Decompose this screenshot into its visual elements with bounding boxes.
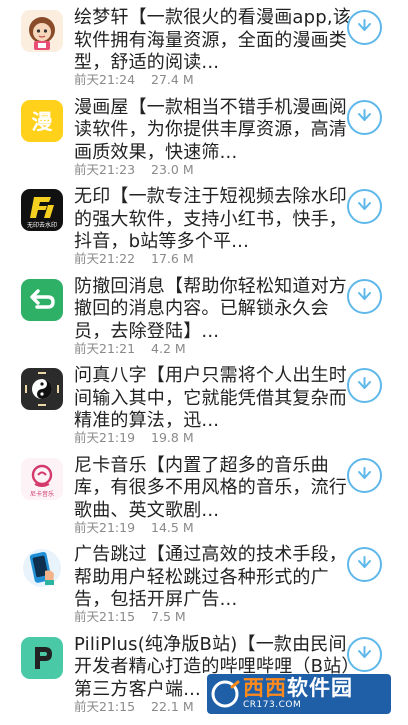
app-size: 22.1 M [151, 698, 194, 714]
cartoon-girl-avatar-icon [21, 10, 63, 52]
app-date: 前天21:24 [74, 72, 136, 87]
download-button[interactable] [347, 278, 382, 314]
download-button[interactable] [347, 189, 382, 224]
app-date: 前天21:19 [74, 519, 136, 535]
app-meta: 前天21:23 23.0 M [74, 159, 194, 178]
app-title[interactable]: 防撤回消息【帮助你轻松知道对方撤回的消息内容。已解锁永久会员，去除登陆】... [74, 276, 352, 344]
svg-text:漫: 漫 [32, 110, 53, 134]
app-title[interactable]: 无印【一款专注于短视频去除水印的强大软件，支持小红书，快手，抖音，b站等多个平.… [74, 186, 352, 254]
list-item[interactable]: 防撤回消息【帮助你轻松知道对方撤回的消息内容。已解锁永久会员，去除登陆】... … [0, 269, 408, 359]
phone-tap-icon [21, 547, 63, 589]
app-date: 前天21:21 [74, 340, 136, 356]
app-size: 27.4 M [151, 72, 194, 87]
app-date: 前天21:15 [74, 609, 136, 624]
app-size: 19.8 M [151, 430, 194, 445]
list-item[interactable]: 尼卡音乐 尼卡音乐【内置了超多的音乐曲库，有很多不用风格的音乐，流行歌曲、英文歌… [0, 448, 408, 538]
app-meta: 前天21:15 7.5 M [74, 606, 186, 625]
app-date: 前天21:15 [74, 698, 136, 714]
download-button[interactable] [347, 368, 382, 403]
wuyin-logo-icon: 无印去水印 [21, 189, 63, 231]
list-item[interactable]: 漫 漫画屋【一款相当不错手机漫画阅读软件，为你提供丰厚资源，高清画质效果，快速筛… [0, 90, 408, 180]
watermark-main-a: 西西 [243, 676, 287, 700]
app-title[interactable]: 广告跳过【通过高效的技术手段，帮助用户轻松跳过各种形式的广告，包括开屏广告... [74, 544, 352, 612]
download-arrow-icon [358, 19, 371, 31]
app-list: 绘梦轩【一款很火的看漫画app,该软件拥有海量资源，全面的漫画类型，舒适的阅读.… [0, 0, 408, 716]
app-size: 23.0 M [151, 161, 194, 177]
list-item[interactable]: 无印去水印 无印【一款专注于短视频去除水印的强大软件，支持小红书，快手，抖音，b… [0, 179, 408, 269]
download-button[interactable] [347, 10, 382, 45]
wuyin-icon-text: 无印去水印 [27, 221, 57, 229]
yin-yang-bagua-icon [21, 368, 63, 410]
app-title[interactable]: 漫画屋【一款相当不错手机漫画阅读软件，为你提供丰厚资源，高清画质效果，快速筛..… [74, 97, 352, 165]
manhuawu-logo-icon: 漫 [21, 99, 63, 142]
download-arrow-icon [358, 645, 371, 658]
app-date: 前天21:19 [74, 430, 136, 445]
site-watermark: 西西软件园 CR173.COM [207, 674, 391, 714]
watermark-logo-icon [207, 674, 243, 714]
piliplus-p-icon [21, 636, 63, 679]
download-arrow-icon [358, 108, 371, 121]
app-meta: 前天21:19 14.5 M [74, 517, 194, 536]
list-item[interactable]: 绘梦轩【一款很火的看漫画app,该软件拥有海量资源，全面的漫画类型，舒适的阅读.… [0, 0, 408, 90]
download-button[interactable] [347, 547, 382, 582]
watermark-sub: CR173.COM [243, 700, 302, 710]
watermark-main-b: 软件园 [287, 676, 353, 700]
app-date: 前天21:22 [74, 251, 136, 266]
app-meta: 前天21:19 19.8 M [74, 427, 194, 446]
download-arrow-icon [358, 287, 371, 300]
nika-music-icon: 尼卡音乐 [21, 457, 63, 500]
list-item[interactable]: 广告跳过【通过高效的技术手段，帮助用户轻松跳过各种形式的广告，包括开屏广告...… [0, 537, 408, 627]
app-title[interactable]: 绘梦轩【一款很火的看漫画app,该软件拥有海量资源，全面的漫画类型，舒适的阅读.… [74, 7, 352, 75]
undo-arrow-icon [21, 278, 63, 321]
list-item[interactable]: 问真八字【用户只需将个人出生时间输入其中，它就能凭借其复杂而精准的算法，迅...… [0, 358, 408, 448]
app-meta: 前天21:24 27.4 M [74, 69, 194, 88]
app-title[interactable]: 问真八字【用户只需将个人出生时间输入其中，它就能凭借其复杂而精准的算法，迅... [74, 365, 352, 433]
app-meta: 前天21:15 22.1 M [74, 696, 194, 715]
app-date: 前天21:23 [74, 161, 136, 177]
app-meta: 前天21:22 17.6 M [74, 248, 194, 267]
nika-icon-text: 尼卡音乐 [30, 490, 54, 498]
app-size: 14.5 M [151, 519, 194, 535]
download-button[interactable] [347, 457, 382, 493]
download-arrow-icon [358, 556, 371, 568]
download-arrow-icon [358, 466, 371, 479]
download-arrow-icon [358, 377, 371, 389]
app-title[interactable]: 尼卡音乐【内置了超多的音乐曲库，有很多不用风格的音乐，流行歌曲、英文歌剧... [74, 455, 352, 523]
app-meta: 前天21:21 4.2 M [74, 338, 186, 357]
download-button[interactable] [347, 99, 382, 135]
app-size: 17.6 M [151, 251, 194, 266]
app-size: 4.2 M [151, 340, 186, 356]
download-button[interactable] [347, 636, 382, 672]
app-size: 7.5 M [151, 609, 186, 624]
download-arrow-icon [358, 198, 371, 210]
